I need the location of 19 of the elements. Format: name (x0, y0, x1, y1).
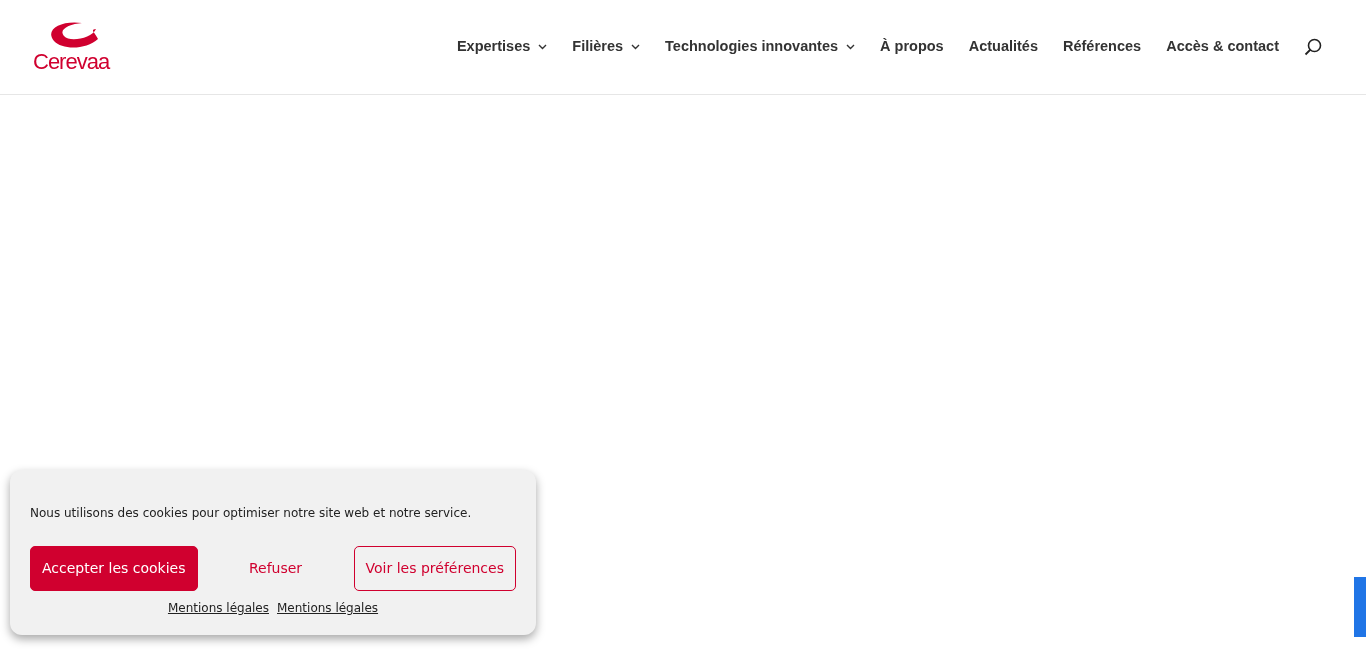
search-icon[interactable] (1304, 38, 1322, 56)
legal-link[interactable]: Mentions légales (277, 599, 379, 617)
legal-link[interactable]: Mentions légales (167, 599, 269, 617)
cookie-message: Nous utilisons des cookies pour optimiser notre site web et notre service. (30, 505, 473, 522)
nav-link[interactable]: Filières (572, 36, 641, 58)
nav-link[interactable]: Expertises (456, 36, 548, 58)
logo[interactable]: Cerevaa (33, 21, 110, 73)
accept-button[interactable]: Accepter les cookies (30, 546, 198, 591)
refuse-button[interactable]: Refuser (236, 546, 315, 591)
nav-link[interactable]: À propos (880, 36, 944, 58)
nav-link[interactable]: Technologies innovantes (665, 36, 856, 58)
preferences-button[interactable]: Voir les préférences (353, 546, 516, 591)
logo-text: Cerevaa (33, 51, 110, 73)
caret-icon (846, 44, 856, 50)
caret-icon (631, 44, 641, 50)
nav-link[interactable]: Références (1063, 36, 1142, 58)
caret-icon (538, 44, 548, 50)
nav-link[interactable]: Accès & contact (1166, 36, 1279, 58)
nav-link[interactable]: Actualités (968, 36, 1038, 58)
